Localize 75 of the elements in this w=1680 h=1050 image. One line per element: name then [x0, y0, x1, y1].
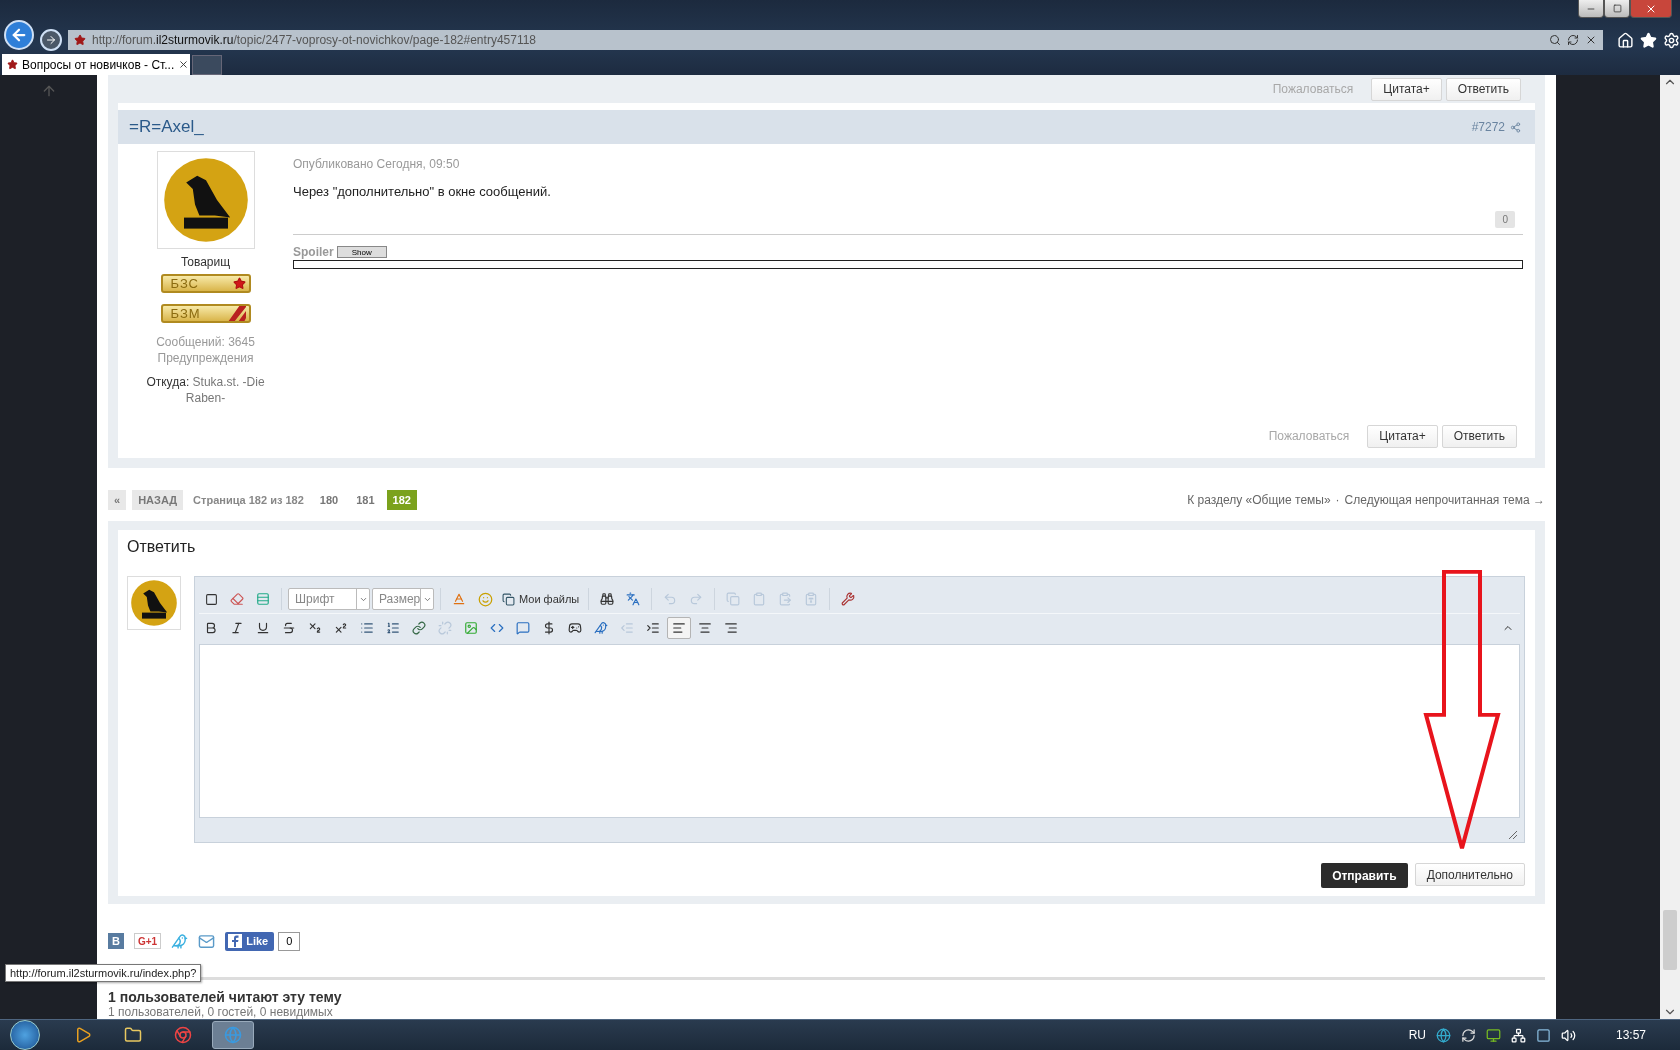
my-files-button[interactable]: Мои файлы — [499, 592, 583, 606]
reply-button[interactable]: Ответить — [1445, 77, 1521, 101]
reputation-count: 0 — [1495, 211, 1515, 228]
reply-title: Ответить — [127, 538, 197, 556]
separator-dot: · — [1335, 493, 1340, 507]
star-icon — [7, 59, 18, 70]
post-text: Через "дополнительно" в окне сообщений. — [293, 184, 552, 199]
search-icon[interactable] — [1549, 34, 1561, 46]
bird-icon[interactable] — [171, 932, 189, 950]
browser-tab[interactable]: Вопросы от новичков - Ст... — [2, 54, 190, 75]
google-plus-button[interactable]: G+1 — [134, 933, 162, 949]
restore-button[interactable] — [1604, 0, 1630, 18]
submit-button[interactable]: Отправить — [1321, 863, 1408, 888]
like-button[interactable]: Like — [225, 931, 275, 951]
folder-icon — [124, 1026, 142, 1044]
arrow-right-icon — [45, 34, 57, 46]
online-users-heading: 1 пользователей читают эту тему — [108, 989, 343, 1005]
clock: 13:57 — [1615, 1028, 1646, 1042]
location-label: Откуда: Stuka.st. -Die Raben- — [145, 374, 266, 406]
address-bar[interactable]: http://forum.il2sturmovik.ru/topic/2477-voprosy-ot-novichkov/page-182#entry457118 — [68, 30, 1603, 50]
media-player-icon — [74, 1026, 92, 1044]
files-icon — [502, 592, 515, 606]
favorites-icon[interactable] — [1640, 31, 1657, 49]
message-input[interactable] — [199, 644, 1520, 818]
share-icon — [1510, 121, 1521, 133]
page-link[interactable]: 180 — [313, 490, 345, 510]
close-icon[interactable] — [1585, 34, 1597, 46]
star-icon — [232, 277, 246, 290]
browser-icon — [174, 1026, 192, 1044]
language-indicator[interactable]: RU — [1408, 1028, 1426, 1042]
scrollbar-thumb[interactable] — [1663, 910, 1677, 970]
vk-share-button[interactable]: B — [108, 933, 124, 949]
first-page-button[interactable]: « — [108, 490, 127, 510]
award-ribbon: БЗМ — [160, 304, 251, 323]
back-button[interactable]: НАЗАД — [132, 490, 184, 510]
restore-icon — [1612, 4, 1622, 13]
quote-button[interactable]: Цитата+ — [1371, 77, 1442, 101]
star-icon — [74, 34, 86, 46]
home-icon[interactable] — [1617, 31, 1634, 49]
show-button[interactable]: Show — [336, 246, 387, 258]
spoiler-label: Spoiler — [293, 245, 334, 259]
post-count: Сообщений: 3645 — [156, 334, 255, 350]
forum-link[interactable]: К разделу «Общие темы» — [1187, 493, 1331, 507]
minimize-button[interactable] — [1578, 0, 1604, 18]
forward-button[interactable] — [40, 29, 62, 51]
online-users-detail: 1 пользователей, 0 гостей, 0 невидимых — [108, 1005, 334, 1019]
post-number[interactable]: #7272 — [1471, 120, 1521, 134]
next-unread-link[interactable]: Следующая непрочитанная тема → — [1344, 493, 1545, 507]
settings-icon[interactable] — [1663, 31, 1680, 49]
warnings-link[interactable]: Предупреждения — [157, 350, 254, 366]
globe-icon — [224, 1026, 242, 1044]
volume-icon[interactable] — [1560, 1027, 1576, 1043]
like-count: 0 — [278, 931, 301, 951]
author-name[interactable]: =R=Axel_ — [129, 117, 204, 137]
page-link[interactable]: 181 — [350, 490, 381, 510]
network-icon[interactable] — [1510, 1027, 1526, 1043]
post-date: Опубликовано Сегодня, 09:50 — [293, 157, 461, 171]
font-select[interactable]: Шрифт — [288, 588, 370, 610]
align-left-icon[interactable] — [667, 617, 691, 639]
f-logo-icon — [228, 934, 243, 948]
mail-icon[interactable] — [198, 932, 216, 950]
size-select[interactable]: Размер — [372, 588, 434, 610]
award-ribbon: БЗС — [160, 274, 251, 293]
refresh-icon[interactable] — [1567, 34, 1579, 46]
reply-button[interactable]: Ответить — [1441, 424, 1517, 448]
page-info: Страница 182 из 182 — [193, 494, 304, 506]
scrollbar[interactable] — [1660, 75, 1680, 1019]
close-icon[interactable] — [178, 59, 190, 70]
url-tooltip: http://forum.il2sturmovik.ru/index.php? — [5, 964, 202, 982]
user-rank: Товарищ — [180, 255, 231, 269]
more-options-button[interactable]: Дополнительно — [1414, 863, 1525, 886]
back-button[interactable] — [4, 20, 34, 50]
page-link[interactable]: 182 — [386, 490, 417, 510]
resize-handle-icon[interactable] — [1508, 830, 1518, 840]
quote-button[interactable]: Цитата+ — [1367, 424, 1438, 448]
